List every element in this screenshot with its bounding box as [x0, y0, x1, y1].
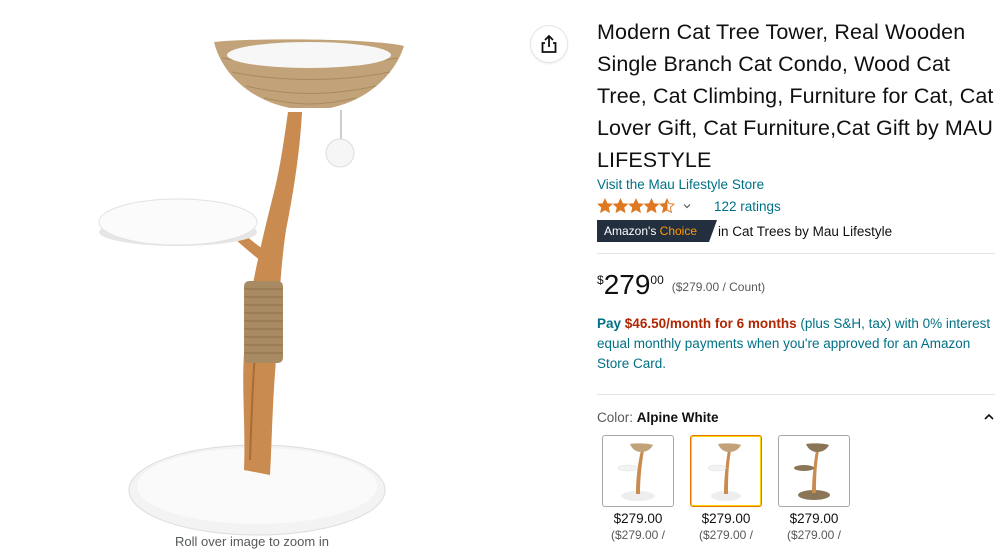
swatch-price: $279.00 [613, 511, 663, 526]
financing-pay: Pay [597, 316, 622, 331]
badge-category-text: in Cat Trees by Mau Lifestyle [718, 224, 892, 239]
star-icon [597, 198, 675, 213]
choice-row: Amazon's Choice in Cat Trees by Mau Life… [597, 220, 995, 242]
badge-prefix: Amazon's [604, 224, 657, 238]
product-image[interactable]: Roll over image to zoom in [0, 0, 520, 549]
swatch-image [794, 443, 830, 500]
financing-amount: $46.50/month for 6 months [624, 316, 797, 331]
swatch-unit-price: ($279.00 / [698, 528, 754, 542]
badge-category-suffix: by Mau Lifestyle [794, 223, 893, 239]
swatch-thumbnail [602, 435, 674, 507]
rating-row: 122 ratings [597, 197, 995, 215]
divider [597, 394, 995, 395]
amazons-choice-badge: Amazon's Choice [597, 220, 717, 242]
unit-price: ($279.00 / Count) [671, 280, 766, 294]
financing-offer[interactable]: Pay $46.50/month for 6 months (plus S&H,… [597, 314, 995, 374]
cat-tree-image [98, 39, 404, 536]
product-title: Modern Cat Tree Tower, Real Wooden Singl… [597, 20, 994, 172]
product-info: Modern Cat Tree Tower, Real Wooden Singl… [597, 16, 995, 426]
price: $ 279 00 ($279.00 / Count) [597, 270, 995, 302]
badge-highlight: Choice [659, 224, 698, 238]
ratings-count-link[interactable]: 122 ratings [714, 199, 781, 214]
swatch-thumbnail [690, 435, 762, 507]
store-link[interactable]: Visit the Mau Lifestyle Store [597, 176, 995, 194]
color-selector-header[interactable]: Color: Alpine White [597, 408, 995, 426]
price-whole: 279 [603, 269, 651, 300]
swatch-image [617, 443, 655, 501]
badge-category-link[interactable]: Cat Trees [732, 224, 791, 239]
share-button[interactable] [531, 26, 567, 62]
color-selection: Color: Alpine White [597, 410, 719, 425]
swatch-unit-price: ($279.00 / [610, 528, 666, 542]
chevron-down-icon[interactable] [683, 203, 691, 209]
share-icon [541, 34, 557, 53]
color-swatches: $279.00 ($279.00 / $279.00 ($279.00 / $2… [602, 435, 850, 542]
swatch-price: $279.00 [701, 511, 751, 526]
swatch-unit-price: ($279.00 / [786, 528, 842, 542]
color-label: Color: [597, 409, 634, 425]
price-fraction: 00 [650, 273, 664, 287]
price-symbol: $ [597, 273, 604, 287]
swatch-image [707, 443, 741, 501]
chevron-up-icon[interactable] [983, 413, 995, 421]
swatch-option[interactable]: $279.00 ($279.00 / [602, 435, 674, 542]
color-value: Alpine White [636, 409, 719, 425]
swatch-option-selected[interactable]: $279.00 ($279.00 / [690, 435, 762, 542]
swatch-option[interactable]: $279.00 ($279.00 / [778, 435, 850, 542]
swatch-thumbnail [778, 435, 850, 507]
star-rating[interactable] [597, 198, 675, 214]
badge-category-prefix: in [718, 223, 729, 239]
swatch-price: $279.00 [789, 511, 839, 526]
divider [597, 253, 995, 254]
